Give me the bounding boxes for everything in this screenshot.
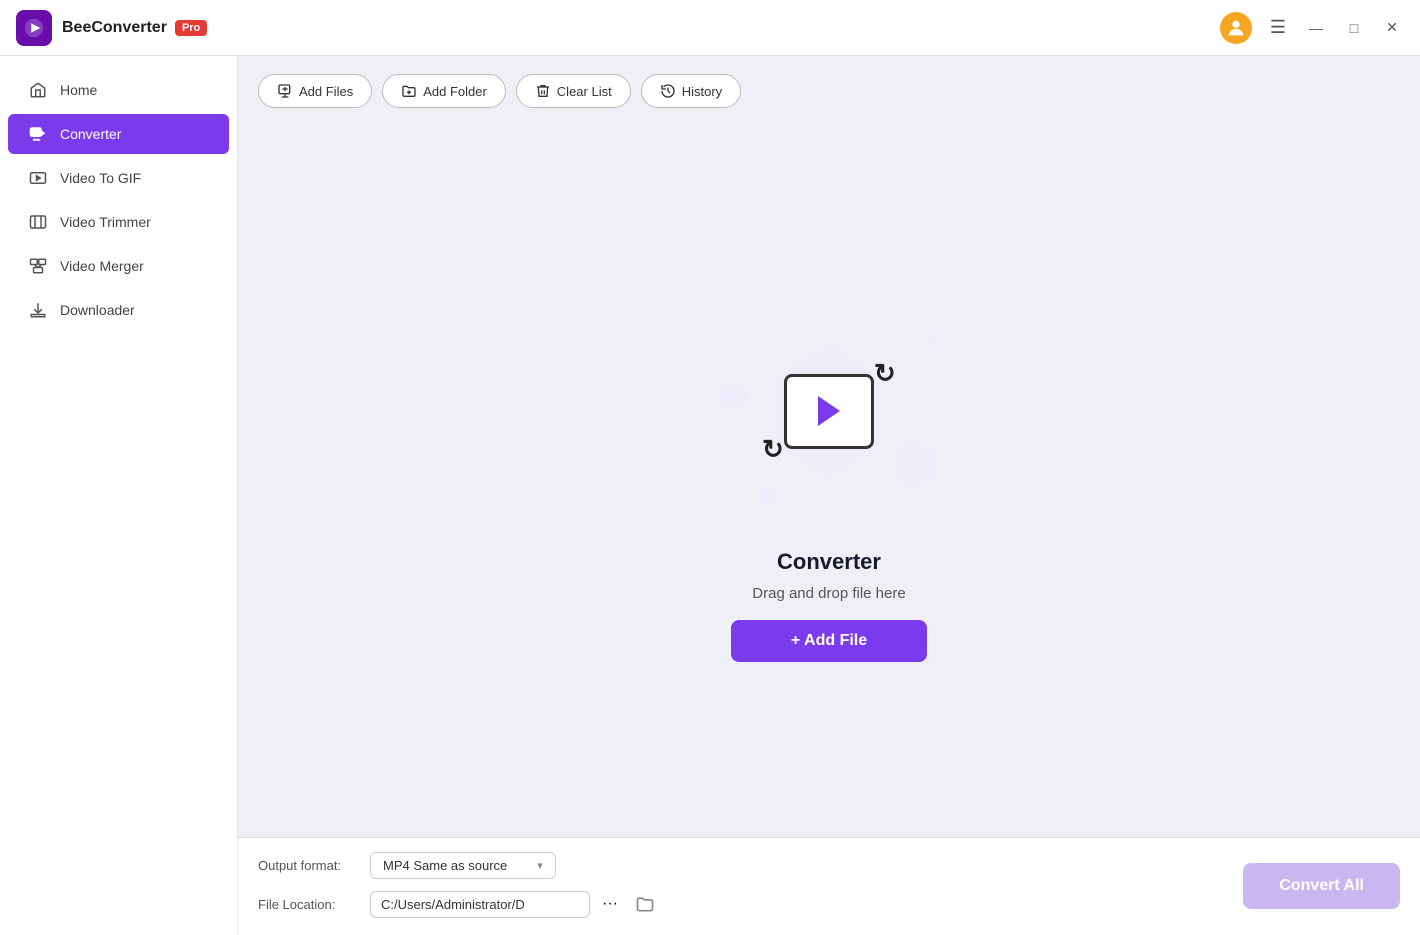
trash-icon (535, 83, 551, 99)
sidebar-item-video-trimmer-label: Video Trimmer (60, 214, 151, 230)
output-format-select[interactable]: MP4 Same as source ▾ (370, 852, 556, 879)
bottom-bar: Output format: MP4 Same as source ▾ File… (238, 837, 1420, 935)
more-options-button[interactable]: ··· (602, 895, 618, 913)
output-format-row: Output format: MP4 Same as source ▾ (258, 852, 1223, 879)
file-location-label: File Location: (258, 897, 358, 912)
video-merger-icon (28, 256, 48, 276)
history-button[interactable]: History (641, 74, 741, 108)
home-icon (28, 80, 48, 100)
titlebar: BeeConverter Pro ☰ — □ ✕ (0, 0, 1420, 56)
video-to-gif-icon (28, 168, 48, 188)
add-folder-button[interactable]: Add Folder (382, 74, 506, 108)
add-files-icon (277, 83, 293, 99)
bottom-fields: Output format: MP4 Same as source ▾ File… (258, 852, 1223, 919)
add-file-button[interactable]: + Add File (731, 620, 927, 662)
user-avatar[interactable] (1220, 12, 1252, 44)
sidebar-item-video-merger[interactable]: Video Merger (8, 246, 229, 286)
minimize-button[interactable]: — (1304, 16, 1328, 40)
sidebar-item-home[interactable]: Home (8, 70, 229, 110)
dropzone[interactable]: ↺ ↻ Converter Drag and drop file here + … (238, 126, 1420, 837)
downloader-icon (28, 300, 48, 320)
sidebar-item-home-label: Home (60, 82, 97, 98)
browse-folder-button[interactable] (630, 889, 660, 919)
drop-title: Converter (777, 549, 881, 575)
maximize-button[interactable]: □ (1342, 16, 1366, 40)
content-area: Add Files Add Folder Clear List (238, 56, 1420, 935)
convert-all-button[interactable]: Convert All (1243, 863, 1400, 909)
file-location-input: C:/Users/Administrator/D (370, 891, 590, 918)
toolbar: Add Files Add Folder Clear List (238, 56, 1420, 126)
sidebar-item-video-to-gif-label: Video To GIF (60, 170, 141, 186)
drop-illustration: ↺ ↻ (709, 301, 949, 521)
sidebar-item-downloader-label: Downloader (60, 302, 135, 318)
sidebar: Home Converter Video To GIF (0, 56, 238, 935)
file-location-row: File Location: C:/Users/Administrator/D … (258, 889, 1223, 919)
converter-drop-icon (784, 374, 874, 449)
add-folder-icon (401, 83, 417, 99)
menu-button[interactable]: ☰ (1266, 16, 1290, 40)
app-name: BeeConverter (62, 19, 167, 37)
sidebar-item-downloader[interactable]: Downloader (8, 290, 229, 330)
app-logo (16, 10, 52, 46)
sidebar-item-converter-label: Converter (60, 126, 121, 142)
video-trimmer-icon (28, 212, 48, 232)
pro-badge: Pro (175, 20, 207, 36)
converter-icon (28, 124, 48, 144)
chevron-down-icon: ▾ (537, 859, 543, 872)
sidebar-item-video-trimmer[interactable]: Video Trimmer (8, 202, 229, 242)
clear-list-button[interactable]: Clear List (516, 74, 631, 108)
output-format-label: Output format: (258, 858, 358, 873)
add-files-button[interactable]: Add Files (258, 74, 372, 108)
sidebar-item-video-to-gif[interactable]: Video To GIF (8, 158, 229, 198)
history-icon (660, 83, 676, 99)
drop-subtitle: Drag and drop file here (752, 585, 905, 602)
window-controls: ☰ — □ ✕ (1220, 12, 1404, 44)
close-button[interactable]: ✕ (1380, 16, 1404, 40)
sidebar-item-converter[interactable]: Converter (8, 114, 229, 154)
sidebar-item-video-merger-label: Video Merger (60, 258, 144, 274)
